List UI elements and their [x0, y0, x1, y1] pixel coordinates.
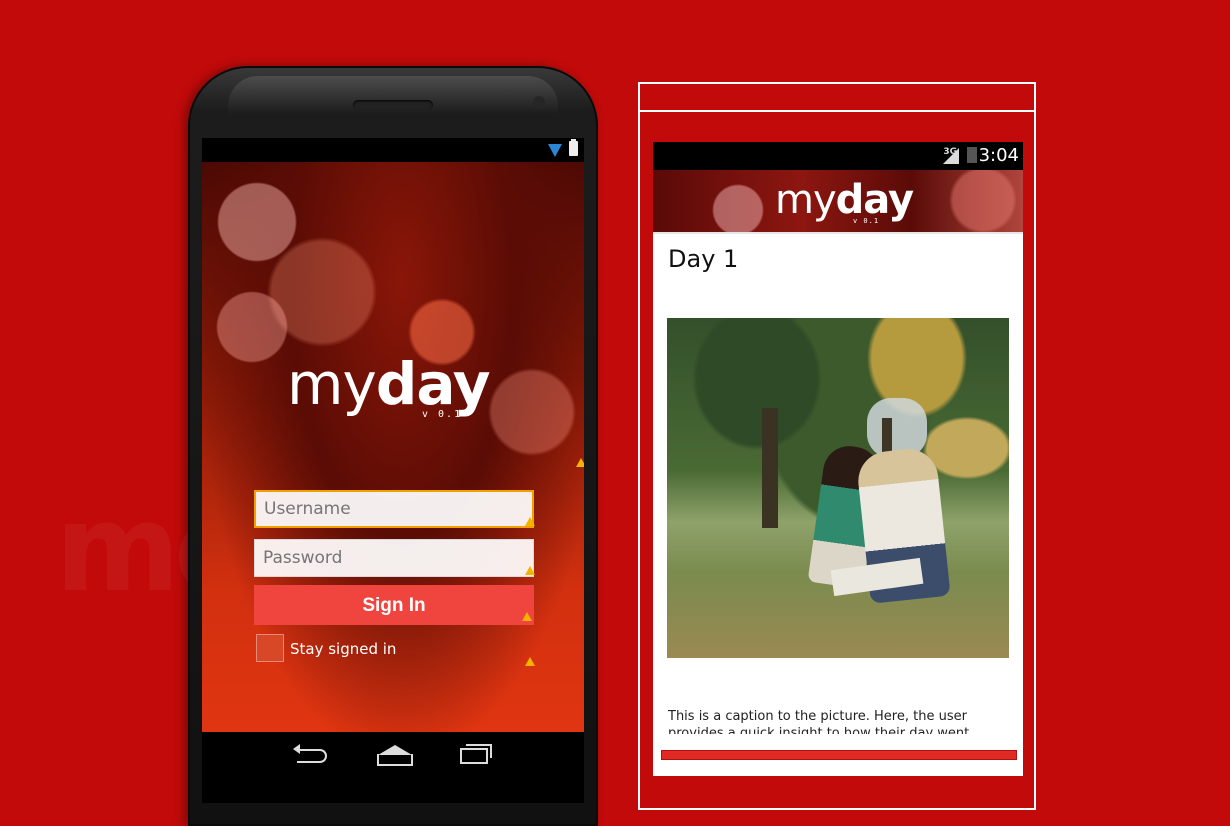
logo-suffix: day [375, 350, 491, 418]
phone-camera [533, 96, 545, 108]
app-version: v 0.1 [853, 217, 880, 225]
navigation-bar [202, 732, 584, 782]
photo-sky [867, 398, 927, 458]
recent-apps-icon[interactable] [460, 744, 492, 764]
phone-mockup: myday v 0.1 Sign In Stay signed in [188, 66, 598, 826]
home-icon[interactable] [377, 745, 413, 766]
bottom-action-button[interactable] [661, 750, 1017, 760]
stay-signed-in-checkbox[interactable] [256, 634, 284, 662]
password-input[interactable] [254, 539, 534, 577]
app-logo: myday [775, 177, 914, 223]
warning-icon [576, 458, 584, 467]
logo-prefix: my [287, 350, 377, 418]
app-logo: myday [287, 355, 491, 413]
battery-icon [569, 139, 578, 156]
logo-prefix: my [775, 177, 837, 223]
sign-in-button[interactable]: Sign In [254, 585, 534, 625]
app-header: myday v 0.1 [653, 170, 1023, 234]
wifi-icon [548, 144, 562, 157]
warning-icon [525, 657, 535, 666]
signal-icon [943, 148, 959, 164]
login-background: myday v 0.1 Sign In Stay signed in [202, 162, 584, 732]
phone-speaker [353, 100, 433, 110]
warning-icon [525, 517, 535, 526]
warning-icon [525, 566, 535, 575]
entry-screen: 3G 3:04 myday v 0.1 Day 1 This is a capt… [653, 142, 1023, 776]
phone-sheen [228, 76, 558, 116]
photo-caption: This is a caption to the picture. Here, … [668, 709, 974, 734]
username-input[interactable] [254, 490, 534, 528]
status-clock: 3:04 [978, 145, 1019, 166]
status-bar: 3G 3:04 [653, 142, 1023, 170]
photo-tree-trunk [762, 408, 778, 528]
battery-icon [967, 147, 977, 163]
status-bar [202, 138, 584, 162]
day-photo[interactable] [667, 318, 1009, 658]
back-icon[interactable] [293, 744, 327, 763]
stay-signed-in-label: Stay signed in [290, 640, 397, 658]
wireframe-top-box [638, 82, 1036, 110]
warning-icon [522, 612, 532, 621]
app-version: v 0.1 [422, 409, 463, 420]
day-title: Day 1 [668, 245, 739, 273]
login-screen: myday v 0.1 Sign In Stay signed in [202, 138, 584, 803]
